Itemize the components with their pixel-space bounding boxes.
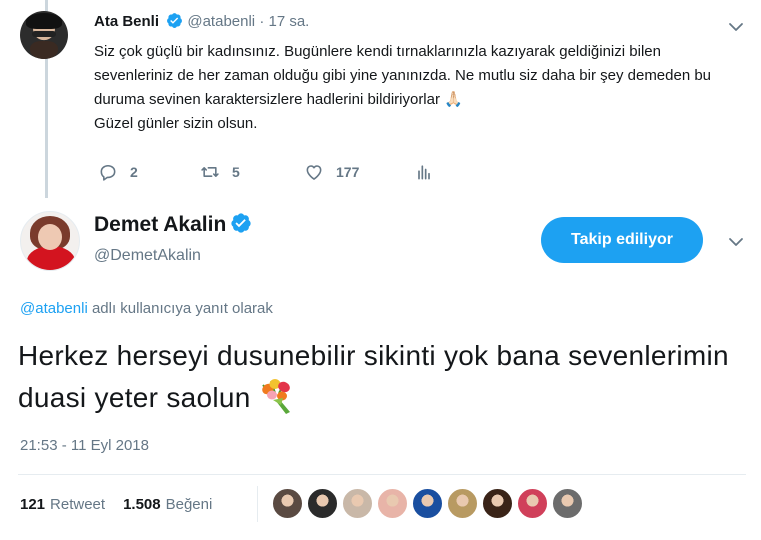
parent-author-handle[interactable]: @atabenli <box>187 13 255 30</box>
retweet-count: 5 <box>232 164 240 180</box>
tweet-timestamp[interactable]: 21:53 - 11 Eyl 2018 <box>20 437 149 454</box>
chevron-down-icon[interactable] <box>727 233 745 251</box>
following-button[interactable]: Takip ediliyor <box>541 217 703 263</box>
reply-icon <box>100 164 116 181</box>
retweet-total-label[interactable]: Retweet <box>50 495 105 515</box>
reply-button[interactable]: 2 <box>98 162 200 182</box>
liker-avatar[interactable] <box>551 487 584 520</box>
liker-avatar[interactable] <box>411 487 444 520</box>
like-count: 177 <box>336 164 360 180</box>
analytics-button[interactable] <box>414 162 434 182</box>
parent-tweet: Ata Benli @atabenli · 17 sa. Siz çok güç… <box>94 12 734 136</box>
reply-to-suffix: adlı kullanıcıya yanıt olarak <box>87 300 273 317</box>
liker-avatar[interactable] <box>306 487 339 520</box>
avatar[interactable] <box>20 11 68 59</box>
parent-tweet-actions: 2 5 177 <box>98 161 434 183</box>
liker-avatars <box>271 487 586 520</box>
separator-dot: · <box>259 13 265 30</box>
main-author-handle[interactable]: @DemetAkalin <box>94 246 201 266</box>
liker-avatar[interactable] <box>376 487 409 520</box>
divider <box>18 474 746 475</box>
retweet-icon <box>201 167 219 177</box>
verified-badge-icon <box>231 213 251 233</box>
like-total-label[interactable]: Beğeni <box>166 495 213 515</box>
engagement-stats: 121 Retweet 1.508 Beğeni <box>20 495 212 515</box>
avatar[interactable] <box>20 211 80 271</box>
reply-to-handle-link[interactable]: @atabenli <box>20 300 88 317</box>
main-author-name[interactable]: Demet Akalin <box>94 213 226 236</box>
like-button[interactable]: 177 <box>304 162 414 182</box>
retweet-total[interactable]: 121 <box>20 495 45 515</box>
liker-avatar[interactable] <box>446 487 479 520</box>
praying-hands-emoji: 🙏🏻 <box>444 91 463 108</box>
parent-tweet-body-end: Güzel günler sizin olsun. <box>94 115 258 132</box>
parent-tweet-text: Siz çok güçlü bir kadınsınız. Bugünlere … <box>94 40 724 136</box>
liker-avatar[interactable] <box>271 487 304 520</box>
like-total[interactable]: 1.508 <box>123 495 161 515</box>
main-tweet-body: Herkez herseyi dusunebilir sikinti yok b… <box>18 340 729 413</box>
chevron-down-icon[interactable] <box>727 18 745 36</box>
parent-tweet-body: Siz çok güçlü bir kadınsınız. Bugünlere … <box>94 43 712 108</box>
parent-tweet-header: Ata Benli @atabenli · 17 sa. <box>94 12 734 32</box>
main-tweet-author: Demet Akalin <box>94 212 252 238</box>
main-tweet-text: Herkez herseyi dusunebilir sikinti yok b… <box>18 337 738 417</box>
verified-badge-icon <box>167 13 183 28</box>
reply-count: 2 <box>130 164 138 180</box>
retweet-button[interactable]: 5 <box>200 162 304 182</box>
like-heart-icon <box>306 165 322 180</box>
liker-avatar[interactable] <box>481 487 514 520</box>
replying-to-context: @atabenli adlı kullanıcıya yanıt olarak <box>20 300 273 317</box>
liker-avatar[interactable] <box>341 487 374 520</box>
liker-avatar[interactable] <box>516 487 549 520</box>
parent-author-name[interactable]: Ata Benli <box>94 13 159 30</box>
bouquet-emoji <box>261 379 290 414</box>
analytics-icon <box>418 165 430 180</box>
parent-tweet-time[interactable]: 17 sa. <box>268 13 309 30</box>
stats-separator <box>257 486 258 522</box>
